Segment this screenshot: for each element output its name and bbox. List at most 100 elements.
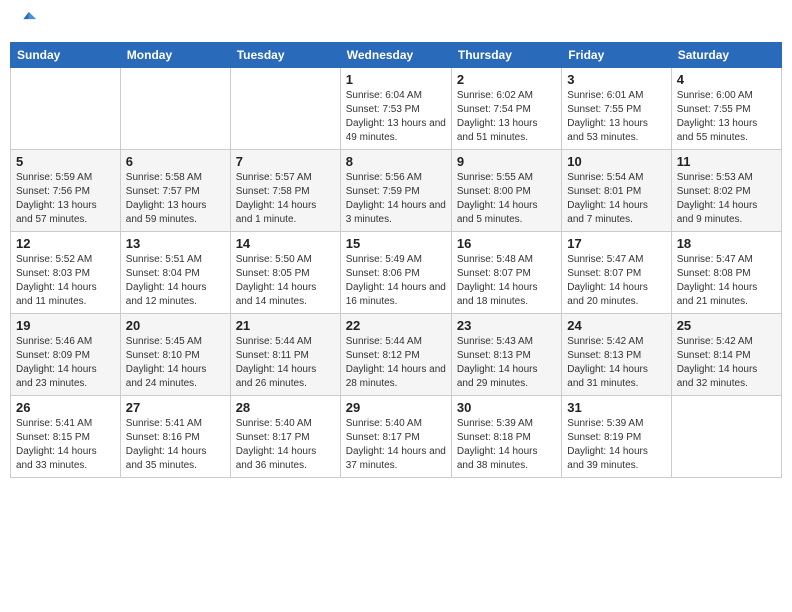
sunrise-text: Sunrise: 5:39 AM <box>567 417 665 431</box>
day-number: 1 <box>346 72 446 87</box>
sunset-text: Sunset: 7:54 PM <box>457 103 556 117</box>
sunrise-text: Sunrise: 6:02 AM <box>457 89 556 103</box>
weekday-header: Friday <box>562 43 671 68</box>
day-number: 14 <box>236 236 335 251</box>
daylight-text: Daylight: 14 hours and 26 minutes. <box>236 363 335 391</box>
calendar-cell <box>230 68 340 150</box>
sunrise-text: Sunrise: 5:41 AM <box>126 417 225 431</box>
day-info: Sunrise: 6:02 AMSunset: 7:54 PMDaylight:… <box>457 89 556 145</box>
daylight-text: Daylight: 14 hours and 1 minute. <box>236 199 335 227</box>
calendar-cell: 3Sunrise: 6:01 AMSunset: 7:55 PMDaylight… <box>562 68 671 150</box>
sunset-text: Sunset: 8:19 PM <box>567 431 665 445</box>
sunset-text: Sunset: 8:09 PM <box>16 349 115 363</box>
sunset-text: Sunset: 8:14 PM <box>677 349 776 363</box>
day-number: 7 <box>236 154 335 169</box>
daylight-text: Daylight: 14 hours and 12 minutes. <box>126 281 225 309</box>
sunrise-text: Sunrise: 5:49 AM <box>346 253 446 267</box>
sunset-text: Sunset: 8:05 PM <box>236 267 335 281</box>
calendar-cell: 7 Sunrise: 5:57 AMSunset: 7:58 PMDaylight… <box>230 150 340 232</box>
calendar-cell: 29Sunrise: 5:40 AMSunset: 8:17 PMDayligh… <box>340 396 451 478</box>
calendar-cell: 4Sunrise: 6:00 AMSunset: 7:55 PMDaylight… <box>671 68 781 150</box>
day-info: Sunrise: 5:57 AMSunset: 7:58 PMDaylight:… <box>236 171 335 227</box>
calendar-cell: 20 Sunrise: 5:45 AMSunset: 8:10 PMDayligh… <box>120 314 230 396</box>
day-number: 5 <box>16 154 115 169</box>
sunrise-text: Sunrise: 5:40 AM <box>346 417 446 431</box>
sunset-text: Sunset: 8:07 PM <box>567 267 665 281</box>
daylight-text: Daylight: 13 hours and 49 minutes. <box>346 117 446 145</box>
sunrise-text: Sunrise: 5:47 AM <box>567 253 665 267</box>
calendar-cell: 15Sunrise: 5:49 AMSunset: 8:06 PMDayligh… <box>340 232 451 314</box>
calendar-cell: 5Sunrise: 5:59 AMSunset: 7:56 PMDaylight… <box>11 150 121 232</box>
daylight-text: Daylight: 14 hours and 9 minutes. <box>677 199 776 227</box>
calendar-cell: 26Sunrise: 5:41 AMSunset: 8:15 PMDayligh… <box>11 396 121 478</box>
calendar-cell: 19Sunrise: 5:46 AMSunset: 8:09 PMDayligh… <box>11 314 121 396</box>
sunrise-text: Sunrise: 6:00 AM <box>677 89 776 103</box>
day-number: 3 <box>567 72 665 87</box>
sunrise-text: Sunrise: 5:48 AM <box>457 253 556 267</box>
sunrise-text: Sunrise: 5:42 AM <box>567 335 665 349</box>
day-info: Sunrise: 5:45 AMSunset: 8:10 PMDaylight:… <box>126 335 225 391</box>
day-number: 20 <box>126 318 225 333</box>
page-header <box>10 10 782 36</box>
day-number: 24 <box>567 318 665 333</box>
day-info: Sunrise: 5:52 AMSunset: 8:03 PMDaylight:… <box>16 253 115 309</box>
day-number: 21 <box>236 318 335 333</box>
day-info: Sunrise: 5:43 AMSunset: 8:13 PMDaylight:… <box>457 335 556 391</box>
day-number: 15 <box>346 236 446 251</box>
sunset-text: Sunset: 8:12 PM <box>346 349 446 363</box>
sunset-text: Sunset: 7:58 PM <box>236 185 335 199</box>
calendar-cell: 17Sunrise: 5:47 AMSunset: 8:07 PMDayligh… <box>562 232 671 314</box>
sunrise-text: Sunrise: 5:53 AM <box>677 171 776 185</box>
day-number: 13 <box>126 236 225 251</box>
day-info: Sunrise: 5:56 AMSunset: 7:59 PMDaylight:… <box>346 171 446 227</box>
weekday-header: Wednesday <box>340 43 451 68</box>
calendar-cell: 18Sunrise: 5:47 AMSunset: 8:08 PMDayligh… <box>671 232 781 314</box>
calendar-week-row: 19Sunrise: 5:46 AMSunset: 8:09 PMDayligh… <box>11 314 782 396</box>
logo-icon <box>16 10 38 32</box>
sunset-text: Sunset: 7:55 PM <box>567 103 665 117</box>
day-number: 8 <box>346 154 446 169</box>
day-info: Sunrise: 5:41 AMSunset: 8:16 PMDaylight:… <box>126 417 225 473</box>
daylight-text: Daylight: 14 hours and 3 minutes. <box>346 199 446 227</box>
sunset-text: Sunset: 8:10 PM <box>126 349 225 363</box>
calendar-cell: 30Sunrise: 5:39 AMSunset: 8:18 PMDayligh… <box>451 396 561 478</box>
sunrise-text: Sunrise: 5:54 AM <box>567 171 665 185</box>
sunrise-text: Sunrise: 5:43 AM <box>457 335 556 349</box>
daylight-text: Daylight: 14 hours and 36 minutes. <box>236 445 335 473</box>
sunrise-text: Sunrise: 6:04 AM <box>346 89 446 103</box>
day-info: Sunrise: 6:04 AMSunset: 7:53 PMDaylight:… <box>346 89 446 145</box>
day-number: 10 <box>567 154 665 169</box>
calendar-cell: 28Sunrise: 5:40 AMSunset: 8:17 PMDayligh… <box>230 396 340 478</box>
daylight-text: Daylight: 14 hours and 5 minutes. <box>457 199 556 227</box>
day-info: Sunrise: 5:42 AMSunset: 8:13 PMDaylight:… <box>567 335 665 391</box>
calendar-cell <box>671 396 781 478</box>
calendar-cell: 8 Sunrise: 5:56 AMSunset: 7:59 PMDaylight… <box>340 150 451 232</box>
day-info: Sunrise: 5:47 AMSunset: 8:08 PMDaylight:… <box>677 253 776 309</box>
daylight-text: Daylight: 14 hours and 33 minutes. <box>16 445 115 473</box>
sunset-text: Sunset: 7:55 PM <box>677 103 776 117</box>
sunset-text: Sunset: 8:13 PM <box>457 349 556 363</box>
day-info: Sunrise: 5:47 AMSunset: 8:07 PMDaylight:… <box>567 253 665 309</box>
calendar-cell: 23 Sunrise: 5:43 AMSunset: 8:13 PMDayligh… <box>451 314 561 396</box>
daylight-text: Daylight: 14 hours and 28 minutes. <box>346 363 446 391</box>
day-info: Sunrise: 5:48 AMSunset: 8:07 PMDaylight:… <box>457 253 556 309</box>
calendar-cell <box>11 68 121 150</box>
day-number: 19 <box>16 318 115 333</box>
sunrise-text: Sunrise: 5:50 AM <box>236 253 335 267</box>
calendar-cell: 10Sunrise: 5:54 AMSunset: 8:01 PMDayligh… <box>562 150 671 232</box>
sunrise-text: Sunrise: 5:39 AM <box>457 417 556 431</box>
sunset-text: Sunset: 8:17 PM <box>236 431 335 445</box>
sunrise-text: Sunrise: 5:57 AM <box>236 171 335 185</box>
day-info: Sunrise: 5:39 AMSunset: 8:18 PMDaylight:… <box>457 417 556 473</box>
sunset-text: Sunset: 8:07 PM <box>457 267 556 281</box>
logo <box>16 14 40 32</box>
sunset-text: Sunset: 8:06 PM <box>346 267 446 281</box>
sunrise-text: Sunrise: 5:59 AM <box>16 171 115 185</box>
day-number: 23 <box>457 318 556 333</box>
weekday-header: Tuesday <box>230 43 340 68</box>
daylight-text: Daylight: 14 hours and 24 minutes. <box>126 363 225 391</box>
day-number: 25 <box>677 318 776 333</box>
sunset-text: Sunset: 8:00 PM <box>457 185 556 199</box>
sunset-text: Sunset: 7:56 PM <box>16 185 115 199</box>
calendar-cell: 1 Sunrise: 6:04 AMSunset: 7:53 PMDaylight… <box>340 68 451 150</box>
